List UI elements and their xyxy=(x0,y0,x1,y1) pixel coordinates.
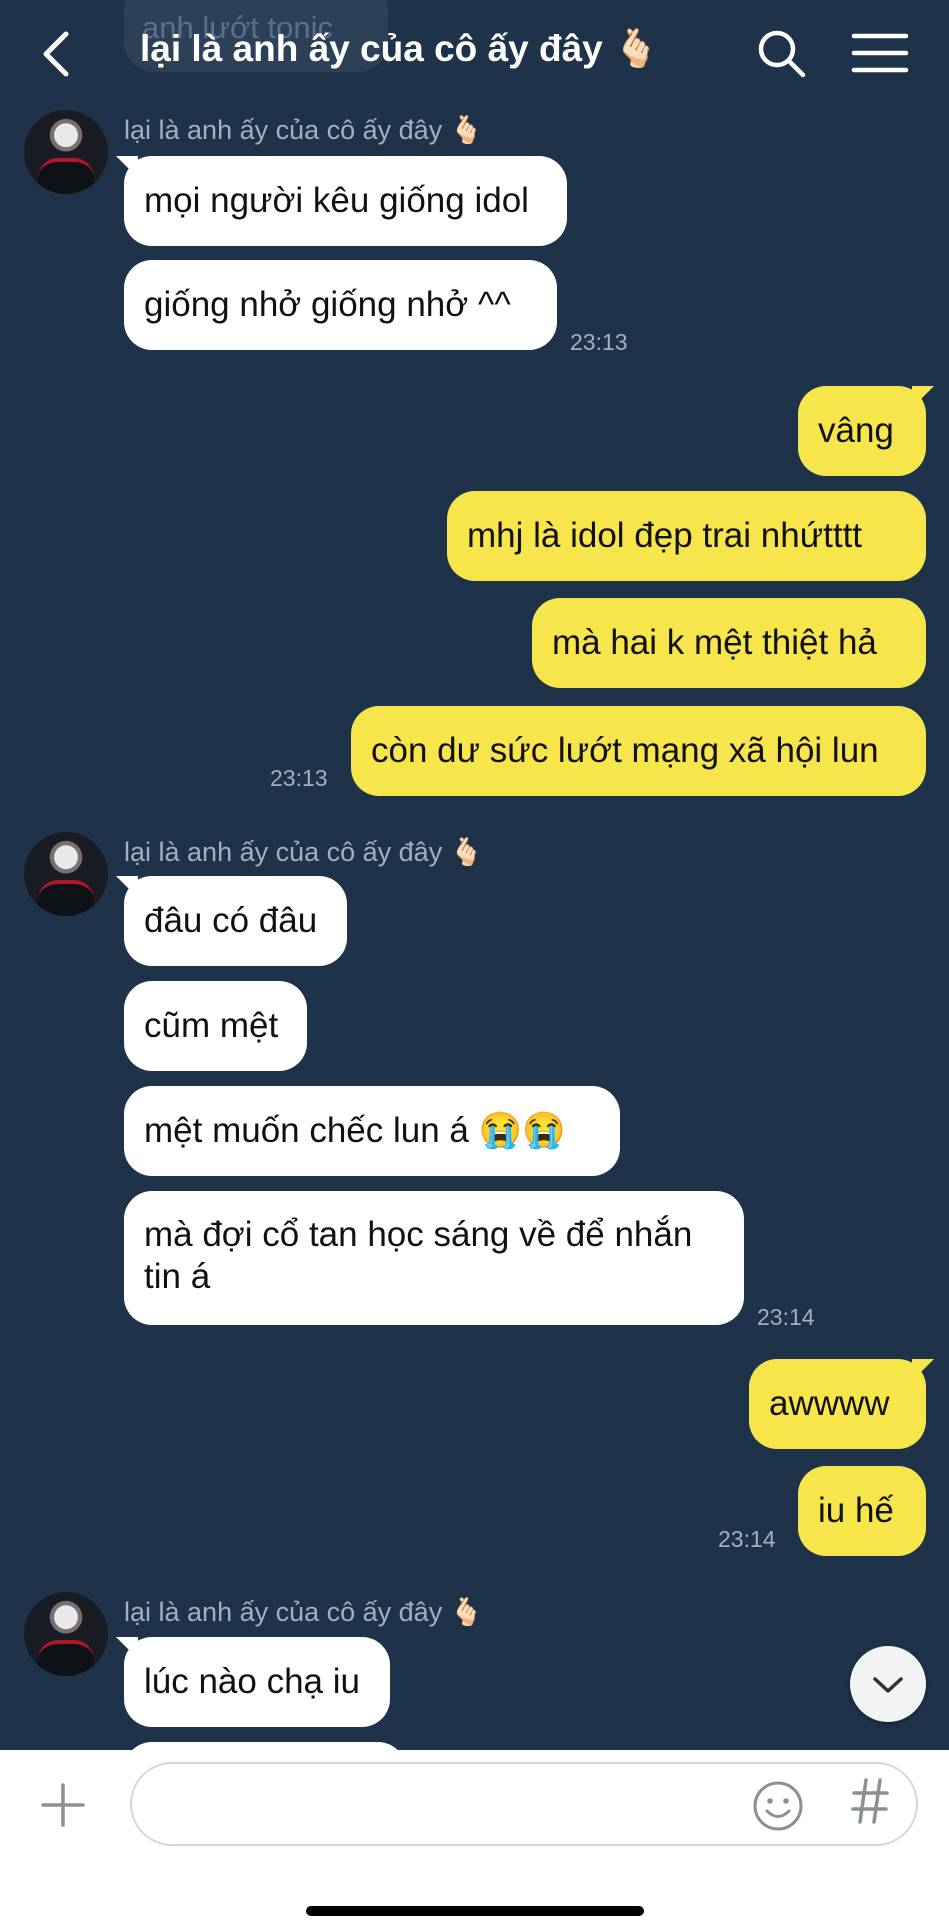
back-button[interactable] xyxy=(34,28,90,80)
message-bubble-incoming[interactable]: mọi người kêu giống idol xyxy=(124,156,567,246)
message-text-line: mà đợi cổ tan học sáng về để nhắn xyxy=(144,1215,693,1254)
avatar[interactable] xyxy=(24,110,108,194)
message-text: giống nhở giống nhở ^^ xyxy=(144,285,511,324)
chat-area[interactable]: anh lướt tonic lại là anh ấy của cô ấy đ… xyxy=(0,0,949,1750)
search-button[interactable] xyxy=(756,28,808,80)
emoji-button[interactable] xyxy=(752,1780,804,1832)
message-text: cũm mệt xyxy=(144,1006,279,1045)
message-timestamp: 23:14 xyxy=(757,1304,815,1330)
plus-icon xyxy=(41,1783,85,1827)
message-bubble-outgoing[interactable]: awwww xyxy=(749,1359,926,1449)
message-text: còn dư sức lướt mạng xã hội lun xyxy=(371,731,879,770)
message-bubble-outgoing[interactable]: vâng xyxy=(798,386,926,476)
chevron-down-icon xyxy=(873,1677,903,1693)
message-bubble-incoming[interactable]: mệt muốn chếc lun á 😭😭 xyxy=(124,1086,620,1176)
message-bubble-incoming[interactable]: lúc nào chạ iu xyxy=(124,1637,390,1727)
chat-title: lại là anh ấy của cô ấy đây 🫰🏻 xyxy=(140,28,660,69)
message-bubble-outgoing[interactable]: mhj là idol đẹp trai nhứtttt xyxy=(447,491,926,581)
message-text: mhj là idol đẹp trai nhứtttt xyxy=(467,516,863,555)
message-text: đâu có đâu xyxy=(144,901,318,940)
menu-button[interactable] xyxy=(850,28,910,78)
sender-name: lại là anh ấy của cô ấy đây 🫰🏻 xyxy=(124,837,484,867)
message-bubble-outgoing[interactable]: mà hai k mệt thiệt hả xyxy=(532,598,926,688)
sender-name: lại là anh ấy của cô ấy đây 🫰🏻 xyxy=(124,1597,484,1627)
message-bubble-incoming[interactable]: mà đợi cổ tan học sáng về để nhắn tin á xyxy=(124,1191,744,1325)
message-timestamp: 23:14 xyxy=(718,1526,776,1552)
message-text: iu hế xyxy=(818,1491,894,1530)
message-timestamp: 23:13 xyxy=(570,329,628,355)
message-bubble-incoming[interactable]: đâu có đâu xyxy=(124,876,347,966)
message-bubble-outgoing[interactable]: còn dư sức lướt mạng xã hội lun xyxy=(351,706,926,796)
message-text: lúc nào chạ iu xyxy=(144,1662,360,1701)
chevron-left-icon xyxy=(43,31,69,77)
home-indicator xyxy=(306,1906,644,1916)
avatar[interactable] xyxy=(24,832,108,916)
sender-name: lại là anh ấy của cô ấy đây 🫰🏻 xyxy=(124,115,484,145)
message-bubble-outgoing[interactable]: iu hế xyxy=(798,1466,926,1556)
message-timestamp: 23:13 xyxy=(270,765,328,791)
chat-header: lại là anh ấy của cô ấy đây 🫰🏻 xyxy=(0,0,949,105)
message-bubble-incoming[interactable]: giống nhở giống nhở ^^ xyxy=(124,260,557,350)
avatar[interactable] xyxy=(24,1592,108,1676)
message-bubble-incoming-partial[interactable] xyxy=(124,1742,406,1750)
hamburger-menu-icon xyxy=(851,33,909,73)
message-text: mọi người kêu giống idol xyxy=(144,181,529,220)
message-text: mệt muốn chếc lun á 😭😭 xyxy=(144,1111,566,1150)
message-text: vâng xyxy=(818,411,894,450)
hashtag-icon xyxy=(851,1778,889,1824)
message-text-line: tin á xyxy=(144,1257,211,1296)
message-bubble-incoming[interactable]: cũm mệt xyxy=(124,981,307,1071)
emoji-icon xyxy=(753,1781,803,1831)
message-text: awwww xyxy=(769,1384,890,1423)
message-text: mà hai k mệt thiệt hả xyxy=(552,623,877,662)
attach-button[interactable] xyxy=(40,1782,86,1828)
search-icon xyxy=(758,30,806,78)
scroll-to-bottom-button[interactable] xyxy=(850,1646,926,1722)
hashtag-button[interactable] xyxy=(850,1776,890,1837)
